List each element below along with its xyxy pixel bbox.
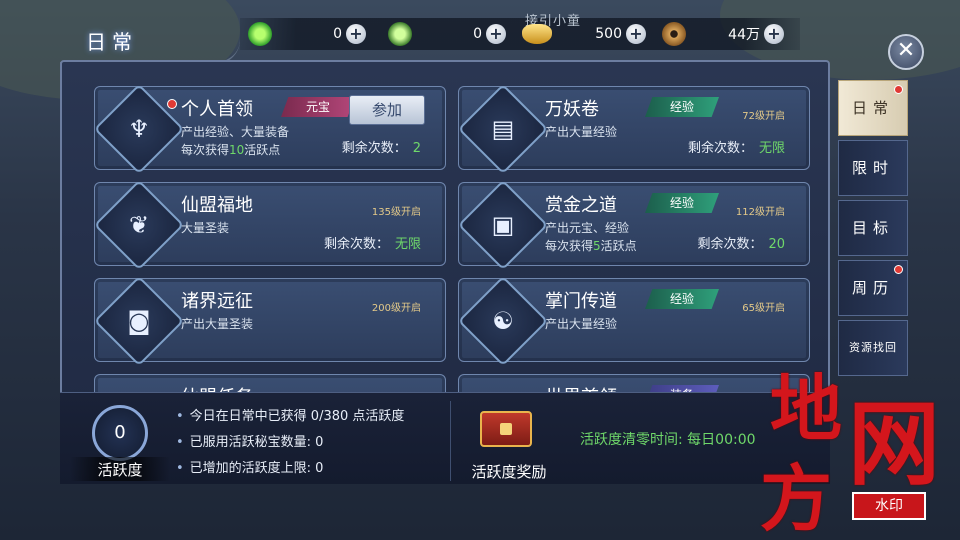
activity-card-guild-quest[interactable]: 仙盟任务 xyxy=(94,374,446,392)
activity-name: 赏金之道 xyxy=(545,195,617,216)
close-button[interactable]: ✕ xyxy=(888,34,924,70)
tab-label: 日常 xyxy=(851,99,894,117)
reward-tag: 经验 xyxy=(645,193,719,213)
remaining-count: 剩余次数： 无限 xyxy=(687,141,785,156)
activity-points: 每次获得5活跃点 xyxy=(545,239,637,253)
activity-points-circle: 0 xyxy=(92,405,148,461)
reset-time-text: 活跃度清零时间: 每日00:00 xyxy=(580,432,756,448)
add-resource-button[interactable]: + xyxy=(486,24,506,44)
watermark-char: 方 xyxy=(760,456,833,540)
divider xyxy=(450,401,451,481)
activity-card-wanyao-scroll[interactable]: ▤ 万妖卷 经验 72级开启 产出大量经验 剩余次数： 无限 xyxy=(457,83,810,175)
red-dot-badge xyxy=(167,99,177,109)
activity-name: 仙盟任务 xyxy=(181,383,253,392)
remaining-count: 剩余次数： 20 xyxy=(697,237,785,252)
resource-value: 0 xyxy=(473,26,482,42)
resource-value: 0 xyxy=(333,26,342,42)
remaining-count: 剩余次数： 无限 xyxy=(323,237,421,252)
tab-resource-recovery[interactable]: 资源找回 xyxy=(838,320,908,376)
unlock-level: 135级开启 xyxy=(371,207,421,218)
watermark-char: 网 xyxy=(848,390,941,498)
activity-desc: 产出元宝、经验 xyxy=(545,221,630,235)
activity-card-world-boss[interactable]: 世界首领 装备 xyxy=(458,374,810,392)
activity-desc: 大量圣装 xyxy=(181,221,230,235)
activity-desc: 产出大量经验 xyxy=(545,125,618,139)
info-cap-increase: 已增加的活跃度上限: 0 xyxy=(176,457,324,476)
remaining-count: 剩余次数： 2 xyxy=(341,141,421,156)
activity-name: 仙盟福地 xyxy=(181,195,253,216)
activity-name: 诸界远征 xyxy=(181,291,253,312)
resource-value: 500 xyxy=(595,26,622,42)
gold-ingot-icon xyxy=(522,24,552,44)
unlock-level: 65级开启 xyxy=(742,303,785,314)
activity-summary-bar: 0 活跃度 今日在日常中已获得 0/380 点活跃度 已服用活跃秘宝数量: 0 … xyxy=(60,392,830,484)
activity-name: 个人首领 xyxy=(181,99,253,120)
red-dot-badge xyxy=(894,265,903,274)
chest-lock-icon xyxy=(500,423,512,435)
green-jade-icon xyxy=(248,22,272,46)
reward-tag: 经验 xyxy=(645,97,719,117)
treasure-chest-icon: ▣ xyxy=(491,211,515,239)
green-jade-bound-icon xyxy=(388,22,412,46)
reward-tag: 元宝 xyxy=(281,97,355,117)
demon-mask-icon: ♆ xyxy=(128,115,150,143)
tab-label: 资源找回 xyxy=(849,341,897,354)
activity-label: 活跃度 xyxy=(97,461,143,479)
activity-desc: 产出大量圣装 xyxy=(181,317,254,331)
activity-reward-label[interactable]: 活跃度奖励 xyxy=(464,461,554,482)
tab-goals[interactable]: 目标 xyxy=(838,200,908,256)
unlock-level: 112级开启 xyxy=(735,207,785,218)
info-treasure-used: 已服用活跃秘宝数量: 0 xyxy=(176,431,324,450)
activity-card-bounty[interactable]: ▣ 赏金之道 经验 112级开启 产出元宝、经验 每次获得5活跃点 剩余次数： 2… xyxy=(457,179,810,271)
watermark-stamp: 水印 xyxy=(852,492,926,520)
activity-name: 掌门传道 xyxy=(545,291,617,312)
unlock-level: 200级开启 xyxy=(371,303,421,314)
activity-card-personal-boss[interactable]: ♆ 个人首领 元宝 参加 产出经验、大量装备 每次获得10活跃点 剩余次数： 2 xyxy=(93,83,446,175)
resource-ingot: 500 + xyxy=(522,20,652,48)
resource-value: 44万 xyxy=(728,27,760,43)
resource-jade: 0 + xyxy=(248,20,368,48)
scroll-icon: ▤ xyxy=(491,115,515,143)
activity-list[interactable]: ♆ 个人首领 元宝 参加 产出经验、大量装备 每次获得10活跃点 剩余次数： 2 … xyxy=(76,72,816,392)
copper-coin-icon xyxy=(662,22,686,46)
resource-bound-jade: 0 + xyxy=(388,20,508,48)
spirit-flame-icon: ❦ xyxy=(128,211,150,239)
add-resource-button[interactable]: + xyxy=(346,24,366,44)
tab-daily[interactable]: 日常 xyxy=(838,80,908,136)
activity-desc: 产出经验、大量装备 xyxy=(181,125,290,139)
activity-card-master-teaching[interactable]: ☯ 掌门传道 经验 65级开启 产出大量经验 xyxy=(457,275,810,367)
activity-desc: 产出大量经验 xyxy=(545,317,618,331)
reward-tag: 经验 xyxy=(645,289,719,309)
join-button[interactable]: 参加 xyxy=(349,95,425,125)
bagua-icon: ☯ xyxy=(492,307,514,335)
unlock-level: 72级开启 xyxy=(742,111,785,122)
tab-weekly[interactable]: 周历 xyxy=(838,260,908,316)
add-resource-button[interactable]: + xyxy=(764,24,784,44)
activity-name: 万妖卷 xyxy=(545,99,599,120)
activity-card-guild-land[interactable]: ❦ 仙盟福地 135级开启 大量圣装 剩余次数： 无限 xyxy=(93,179,446,271)
tab-label: 限时 xyxy=(851,159,894,177)
red-dot-badge xyxy=(894,85,903,94)
banner-icon: ◙ xyxy=(127,307,151,335)
reward-tag: 装备 xyxy=(645,385,719,392)
activity-card-expedition[interactable]: ◙ 诸界远征 200级开启 产出大量圣装 xyxy=(93,275,446,367)
resource-coin: 44万 + xyxy=(662,20,792,48)
add-resource-button[interactable]: + xyxy=(626,24,646,44)
tab-limited[interactable]: 限时 xyxy=(838,140,908,196)
tab-label: 周历 xyxy=(851,279,894,297)
activity-points: 每次获得10活跃点 xyxy=(181,143,281,157)
tab-label: 目标 xyxy=(851,219,894,237)
info-today-points: 今日在日常中已获得 0/380 点活跃度 xyxy=(176,405,405,424)
activity-name: 世界首领 xyxy=(545,383,617,392)
close-icon: ✕ xyxy=(896,38,916,63)
